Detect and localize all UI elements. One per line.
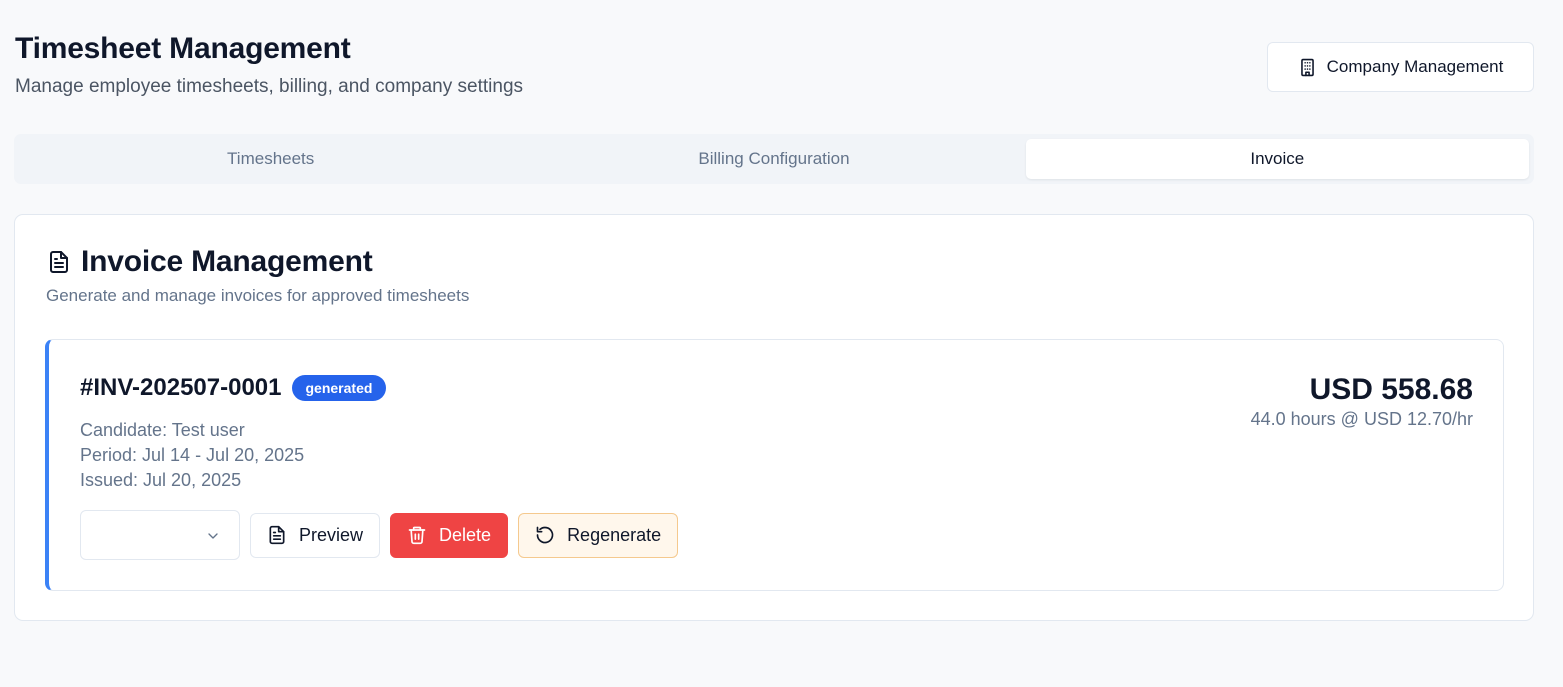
rotate-ccw-icon xyxy=(536,526,554,544)
invoice-management-card: Invoice Management Generate and manage i… xyxy=(14,214,1534,621)
card-subtitle: Generate and manage invoices for approve… xyxy=(46,286,470,305)
document-icon xyxy=(50,251,68,273)
preview-button[interactable]: Preview xyxy=(250,512,381,558)
regenerate-button[interactable]: Regenerate xyxy=(518,512,679,558)
tab-bar: Timesheets Billing Configuration Invoice xyxy=(14,134,1534,184)
regenerate-label: Regenerate xyxy=(567,524,662,545)
invoice-actions: Preview Delete Regenerate xyxy=(80,510,679,560)
delete-button[interactable]: Delete xyxy=(390,512,509,558)
preview-label: Preview xyxy=(299,524,364,545)
page: Timesheet Management Manage employee tim… xyxy=(0,0,1563,687)
invoice-issued: Issued: Jul 20, 2025 xyxy=(80,470,242,490)
tab-invoice[interactable]: Invoice xyxy=(1025,139,1529,179)
invoice-details: Candidate: Test user Period: Jul 14 - Ju… xyxy=(80,418,304,493)
invoice-rate-summary: 44.0 hours @ USD 12.70/hr xyxy=(1250,409,1473,429)
invoice-heading: #INV-202507-0001 generated xyxy=(80,374,387,402)
invoice-candidate: Candidate: Test user xyxy=(80,420,245,440)
company-management-button[interactable]: Company Management xyxy=(1267,42,1534,92)
card-header: Invoice Management xyxy=(47,245,373,279)
page-title: Timesheet Management xyxy=(15,32,351,65)
document-icon xyxy=(269,525,285,545)
page-subtitle: Manage employee timesheets, billing, and… xyxy=(15,76,524,97)
chevron-down-icon xyxy=(208,533,218,539)
invoice-period: Period: Jul 14 - Jul 20, 2025 xyxy=(80,445,305,465)
tab-billing-configuration[interactable]: Billing Configuration xyxy=(522,139,1025,179)
page-header: Timesheet Management Manage employee tim… xyxy=(15,30,523,100)
delete-label: Delete xyxy=(439,524,492,545)
status-badge: generated xyxy=(291,375,387,401)
company-management-label: Company Management xyxy=(1326,57,1504,76)
invoice-number: #INV-202507-0001 xyxy=(80,374,282,401)
trash-icon xyxy=(408,526,426,545)
invoice-status-select[interactable] xyxy=(80,510,240,560)
tab-timesheets[interactable]: Timesheets xyxy=(19,139,522,179)
invoice-item: #INV-202507-0001 generated Candidate: Te… xyxy=(45,339,1504,591)
invoice-amount-block: USD 558.68 44.0 hours @ USD 12.70/hr xyxy=(1251,372,1473,430)
invoice-amount: USD 558.68 xyxy=(1309,373,1473,406)
card-title: Invoice Management xyxy=(81,245,373,278)
building-icon xyxy=(1300,58,1314,76)
